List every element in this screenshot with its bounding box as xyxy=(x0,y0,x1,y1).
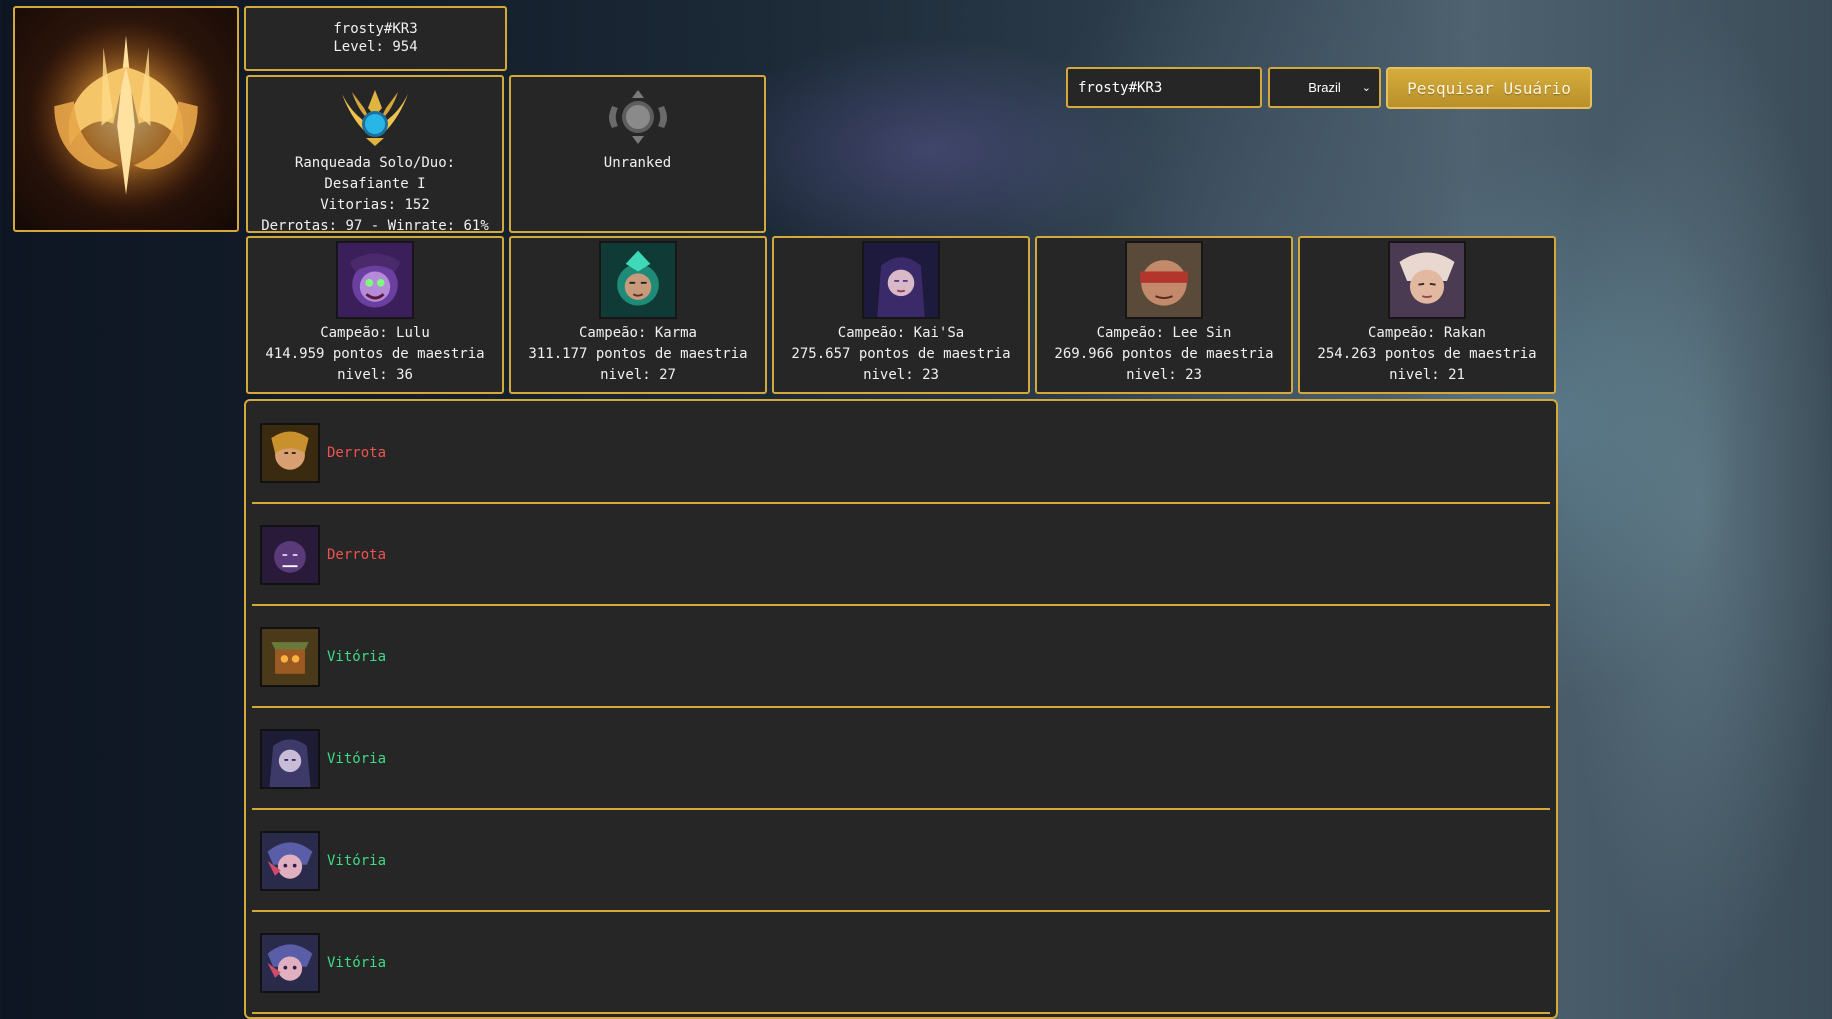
champion-icon xyxy=(260,831,320,891)
rakan-portrait-icon xyxy=(1388,241,1466,319)
mastery-card-4: Campeão: Lee Sin 269.966 pontos de maest… xyxy=(1035,236,1293,394)
mastery-champion-name: Campeão: Lulu xyxy=(320,325,430,341)
mastery-points: 275.657 pontos de maestria xyxy=(791,346,1011,362)
mastery-points: 269.966 pontos de maestria xyxy=(1054,346,1274,362)
chevron-down-icon: ⌄ xyxy=(1361,82,1371,94)
mastery-points: 311.177 pontos de maestria xyxy=(528,346,748,362)
search-user-button[interactable]: Pesquisar Usuário xyxy=(1386,67,1592,109)
mastery-champion-name: Campeão: Karma xyxy=(578,325,697,341)
kaisa-portrait-icon xyxy=(862,241,940,319)
match-result: Derrota xyxy=(327,445,387,461)
mastery-card-1: Campeão: Lulu 414.959 pontos de maestria… xyxy=(246,236,504,394)
mastery-points: 414.959 pontos de maestria xyxy=(265,346,485,362)
match-row[interactable]: Vitória xyxy=(252,914,1550,1014)
profile-icon xyxy=(13,6,239,232)
mastery-points: 254.263 pontos de maestria xyxy=(1317,346,1537,362)
mastery-level: nivel: 36 xyxy=(337,367,413,383)
match-history-list: Derrota Derrota Vitória Vitória Vitória … xyxy=(244,399,1558,1019)
mastery-champion-name: Campeão: Lee Sin xyxy=(1096,325,1232,341)
match-row[interactable]: Vitória xyxy=(252,812,1550,912)
champion-icon xyxy=(260,627,320,687)
champion-icon xyxy=(260,423,320,483)
match-row[interactable]: Vitória xyxy=(252,710,1550,810)
challenger-emblem-icon xyxy=(342,90,408,146)
user-info-panel: frosty#KR3 Level: 954 xyxy=(244,6,507,71)
profile-crest-icon xyxy=(27,19,225,217)
mastery-champion-name: Campeão: Kai'Sa xyxy=(837,325,965,341)
match-row[interactable]: Derrota xyxy=(252,404,1550,504)
riot-id-label: frosty#KR3 xyxy=(333,21,418,37)
region-select[interactable]: Brazil ⌄ xyxy=(1268,67,1381,108)
champion-icon xyxy=(260,525,320,585)
region-selected-value: Brazil xyxy=(1308,80,1341,95)
match-result: Vitória xyxy=(327,955,387,971)
lulu-portrait-icon xyxy=(336,241,414,319)
match-row[interactable]: Derrota xyxy=(252,506,1550,606)
search-input[interactable] xyxy=(1066,67,1262,108)
match-result: Vitória xyxy=(327,649,387,665)
mastery-level: nivel: 21 xyxy=(1389,367,1465,383)
mastery-card-2: Campeão: Karma 311.177 pontos de maestri… xyxy=(509,236,767,394)
ranked-flex-tier: Unranked xyxy=(603,155,672,171)
mastery-card-5: Campeão: Rakan 254.263 pontos de maestri… xyxy=(1298,236,1556,394)
mastery-champion-name: Campeão: Rakan xyxy=(1367,325,1486,341)
unranked-emblem-icon xyxy=(608,90,667,144)
match-result: Vitória xyxy=(327,853,387,869)
champion-icon xyxy=(260,729,320,789)
mastery-level: nivel: 27 xyxy=(600,367,676,383)
summoner-level-label: Level: 954 xyxy=(333,39,418,55)
ranked-solo-tier: Ranqueada Solo/Duo: Desafiante I xyxy=(294,155,456,192)
ranked-solo-panel: Ranqueada Solo/Duo: Desafiante I Vitoria… xyxy=(246,75,504,234)
mastery-card-3: Campeão: Kai'Sa 275.657 pontos de maestr… xyxy=(772,236,1030,394)
lee-sin-portrait-icon xyxy=(1125,241,1203,319)
karma-portrait-icon xyxy=(599,241,677,319)
champion-icon xyxy=(260,933,320,993)
ranked-flex-panel: Unranked xyxy=(509,75,766,233)
mastery-level: nivel: 23 xyxy=(863,367,939,383)
match-row[interactable]: Vitória xyxy=(252,608,1550,708)
match-result: Derrota xyxy=(327,547,387,563)
mastery-level: nivel: 23 xyxy=(1126,367,1202,383)
ranked-solo-losses-winrate: Derrotas: 97 - Winrate: 61% xyxy=(261,218,489,234)
ranked-solo-wins: Vitorias: 152 xyxy=(320,197,430,213)
match-result: Vitória xyxy=(327,751,387,767)
